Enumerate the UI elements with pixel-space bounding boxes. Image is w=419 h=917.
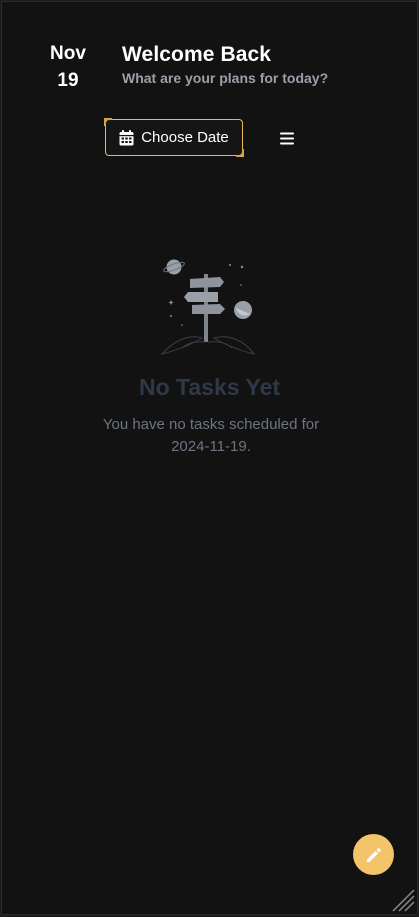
resize-grip-icon[interactable] <box>389 886 415 912</box>
empty-state-message: You have no tasks scheduled for 2024-11-… <box>102 416 320 455</box>
date-badge: Nov 19 <box>42 40 94 94</box>
choose-date-button[interactable]: Choose Date <box>104 118 244 157</box>
choose-date-label: Choose Date <box>141 129 229 146</box>
date-month: Nov <box>50 43 86 64</box>
pencil-icon <box>364 845 384 865</box>
date-day: 19 <box>57 70 79 91</box>
menu-button[interactable] <box>273 123 301 153</box>
page-subtitle: What are your plans for today? <box>122 70 329 86</box>
signpost-planets-illustration <box>152 252 262 362</box>
calendar-icon <box>119 129 134 146</box>
app-window: Nov 19 Welcome Back What are your plans … <box>1 1 418 915</box>
page-title: Welcome Back <box>122 43 272 66</box>
empty-state-title: No Tasks Yet <box>138 374 281 400</box>
hamburger-menu-icon <box>280 132 294 145</box>
new-task-button[interactable] <box>353 834 394 875</box>
